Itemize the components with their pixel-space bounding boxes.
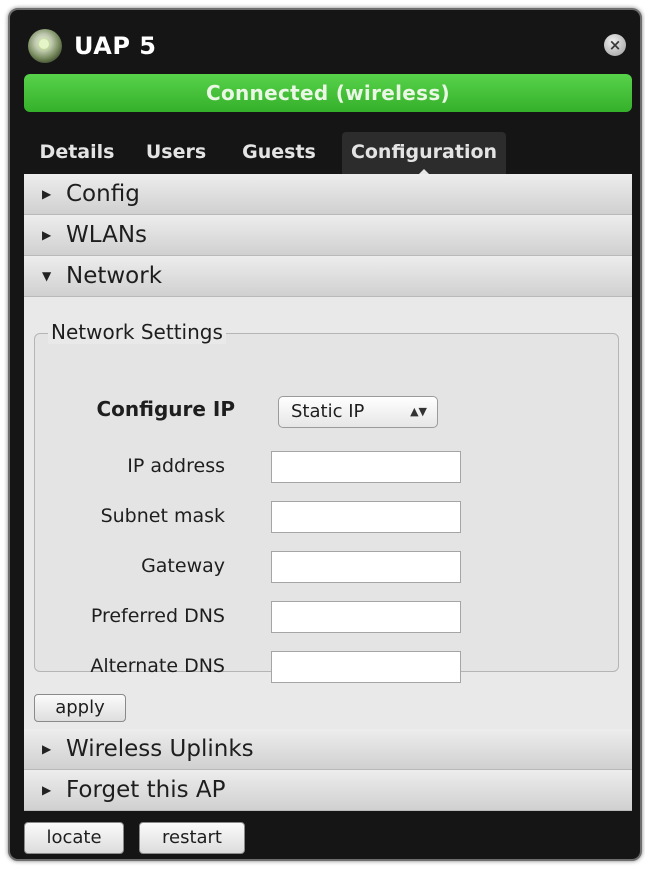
subnet-mask-label: Subnet mask: [100, 505, 225, 527]
section-wireless-uplinks-header[interactable]: ▶ Wireless Uplinks: [24, 729, 632, 770]
configure-ip-value: Static IP: [291, 401, 365, 422]
close-icon[interactable]: ×: [604, 34, 626, 56]
select-arrows-icon: ▲▼: [410, 405, 427, 418]
ip-address-label: IP address: [127, 455, 225, 477]
chevron-right-icon: ▶: [42, 783, 52, 797]
section-label: Forget this AP: [66, 777, 226, 803]
gateway-label: Gateway: [141, 555, 225, 577]
preferred-dns-input[interactable]: [271, 601, 461, 633]
network-settings-group: Configure IP Static IP ▲▼ IP address Sub…: [34, 333, 619, 683]
section-label: Config: [66, 181, 140, 207]
alternate-dns-input[interactable]: [271, 651, 461, 683]
network-settings-legend: Network Settings: [48, 320, 226, 344]
configure-ip-select[interactable]: Static IP ▲▼: [278, 396, 438, 428]
window-title: UAP 5: [74, 32, 157, 60]
network-section-content: Configure IP Static IP ▲▼ IP address Sub…: [24, 297, 632, 729]
uap-device-icon: [28, 29, 62, 63]
alternate-dns-label: Alternate DNS: [90, 655, 225, 677]
section-label: Network: [66, 263, 163, 289]
tab-configuration[interactable]: Configuration: [342, 132, 506, 175]
chevron-down-icon: ▼: [42, 269, 52, 283]
apply-button[interactable]: apply: [34, 694, 126, 722]
section-config-header[interactable]: ▶ Config: [24, 174, 632, 215]
section-wlans-header[interactable]: ▶ WLANs: [24, 215, 632, 256]
tab-users[interactable]: Users: [136, 132, 216, 174]
connection-status-bar: Connected (wireless): [24, 74, 632, 112]
restart-button[interactable]: restart: [139, 822, 245, 854]
configuration-panel: ▶ Config ▶ WLANs ▼ Network Configure IP …: [24, 174, 632, 811]
ip-address-input[interactable]: [271, 451, 461, 483]
subnet-mask-input[interactable]: [271, 501, 461, 533]
chevron-right-icon: ▶: [42, 187, 52, 201]
section-label: WLANs: [66, 222, 148, 248]
tab-guests[interactable]: Guests: [234, 132, 324, 174]
section-forget-ap-header[interactable]: ▶ Forget this AP: [24, 770, 632, 811]
title-bar: UAP 5 ×: [10, 10, 640, 78]
preferred-dns-label: Preferred DNS: [90, 605, 225, 627]
section-network-header[interactable]: ▼ Network: [24, 256, 632, 297]
chevron-right-icon: ▶: [42, 742, 52, 756]
gateway-input[interactable]: [271, 551, 461, 583]
tab-bar: Details Users Guests Configuration: [24, 132, 632, 175]
locate-button[interactable]: locate: [24, 822, 124, 854]
tab-details[interactable]: Details: [32, 132, 122, 174]
configure-ip-label: Configure IP: [96, 397, 235, 421]
section-label: Wireless Uplinks: [66, 736, 254, 762]
chevron-right-icon: ▶: [42, 228, 52, 242]
uap-properties-window: UAP 5 × Connected (wireless) Details Use…: [8, 8, 642, 861]
